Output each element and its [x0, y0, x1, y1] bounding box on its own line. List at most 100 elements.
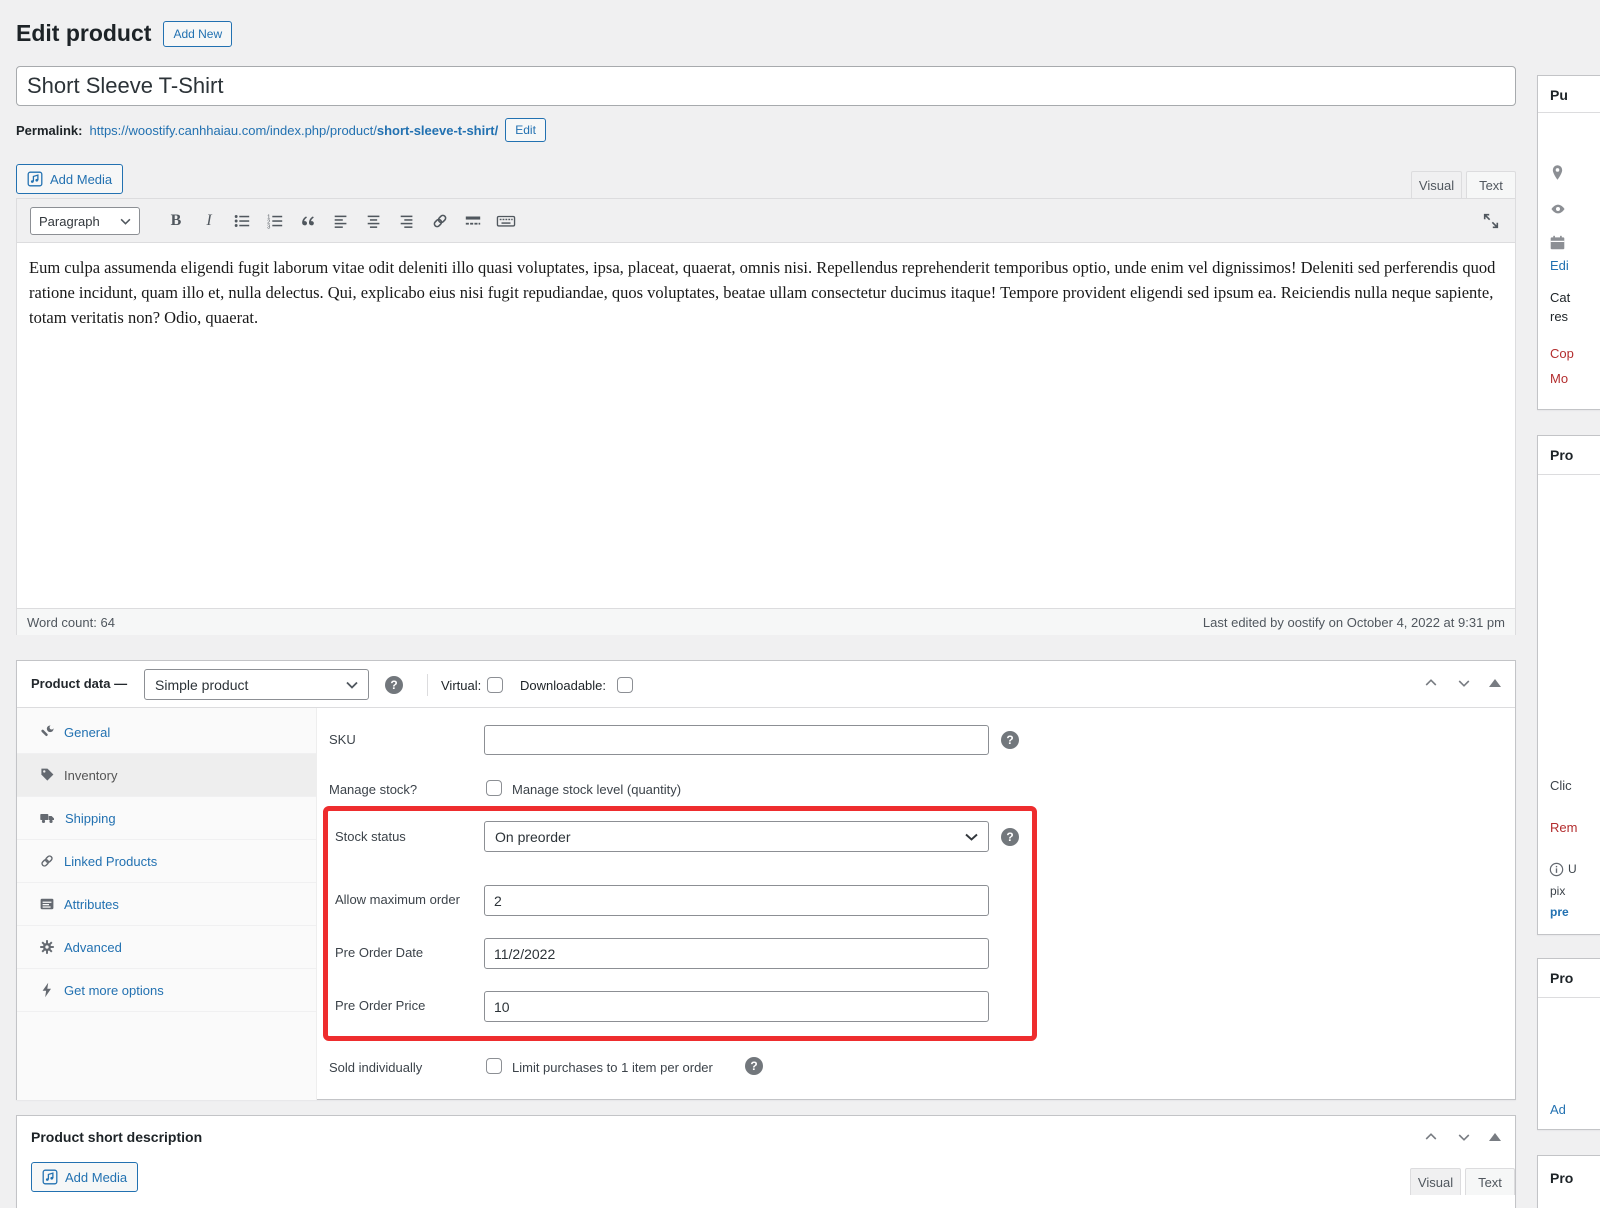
help-icon[interactable]: ? — [385, 676, 403, 694]
move-up-icon[interactable] — [1423, 675, 1439, 691]
bullet-list-icon[interactable] — [230, 209, 254, 233]
blockquote-icon[interactable] — [296, 209, 320, 233]
bold-icon[interactable]: B — [164, 209, 188, 233]
toolbar-buttons: B I 123 — [164, 209, 518, 233]
tab-shipping[interactable]: Shipping — [17, 797, 316, 840]
editor-status-bar: Word count: 64 Last edited by oostify on… — [17, 608, 1515, 635]
max-order-input[interactable] — [484, 885, 989, 916]
move-to-trash-link[interactable]: Mo — [1550, 371, 1568, 386]
add-media-button[interactable]: Add Media — [16, 164, 124, 194]
add-media-button[interactable]: Add Media — [31, 1162, 139, 1192]
edit-link[interactable]: Edi — [1550, 258, 1569, 273]
word-count: Word count: 64 — [27, 614, 115, 630]
last-edited: Last edited by oostify on October 4, 202… — [1202, 614, 1505, 630]
edit-product-screen: Edit product Add New Permalink: https://… — [0, 0, 1600, 1208]
product-data-panel: Product data — Simple product ? Virtual:… — [16, 660, 1516, 1100]
product-image-panel: Pro Clic Rem U pix pre — [1537, 435, 1600, 935]
permalink-url[interactable]: https://woostify.canhhaiau.com/index.php… — [89, 123, 498, 138]
tab-visual[interactable]: Visual — [1410, 1168, 1461, 1195]
downloadable-checkbox[interactable] — [617, 677, 633, 693]
editor-toolbar: Paragraph B I 123 — [17, 199, 1515, 243]
catalog-visibility-text: Cat — [1550, 290, 1571, 305]
header-divider — [427, 674, 428, 696]
permalink-url-slug: short-sleeve-t-shirt/ — [376, 122, 499, 138]
ordered-list-icon[interactable]: 123 — [263, 209, 287, 233]
short-description-panel: Product short description Add Media Visu… — [16, 1115, 1516, 1208]
virtual-checkbox[interactable] — [487, 677, 503, 693]
premium-link[interactable]: pre — [1550, 905, 1569, 919]
tab-label: Linked Products — [64, 853, 158, 869]
truck-icon — [40, 814, 54, 823]
chevron-down-icon — [965, 833, 978, 841]
move-up-icon[interactable] — [1423, 1129, 1439, 1145]
tab-visual[interactable]: Visual — [1411, 171, 1462, 198]
click-image-text: Clic — [1550, 778, 1572, 793]
stock-status-label: Stock status — [335, 829, 406, 844]
align-left-icon[interactable] — [329, 209, 353, 233]
help-icon[interactable]: ? — [745, 1057, 763, 1075]
manage-stock-checkbox[interactable] — [486, 780, 502, 796]
toggle-panel-icon[interactable] — [1489, 679, 1501, 687]
product-type-value: Simple product — [155, 676, 249, 693]
wrench-icon — [41, 725, 54, 737]
sold-individually-text: Limit purchases to 1 item per order — [512, 1060, 713, 1075]
more-tag-icon[interactable] — [461, 209, 485, 233]
product-title-input[interactable] — [16, 66, 1516, 106]
copy-draft-link[interactable]: Cop — [1550, 346, 1574, 361]
gear-icon — [40, 940, 54, 954]
attributes-list-icon — [40, 898, 54, 910]
preorder-price-label: Pre Order Price — [335, 998, 426, 1013]
manage-stock-label: Manage stock? — [329, 782, 418, 797]
paragraph-dropdown[interactable]: Paragraph — [30, 207, 140, 235]
editor-content[interactable]: Eum culpa assumenda eligendi fugit labor… — [17, 243, 1515, 608]
permalink-label: Permalink: — [16, 122, 83, 138]
toggle-panel-icon[interactable] — [1489, 1133, 1501, 1141]
remove-image-link[interactable]: Rem — [1550, 820, 1577, 835]
product-type-select[interactable]: Simple product — [144, 669, 369, 700]
help-icon[interactable]: ? — [1001, 828, 1019, 846]
tab-text[interactable]: Text — [1466, 171, 1516, 198]
product-data-header: Product data — Simple product ? Virtual:… — [17, 661, 1515, 708]
stock-status-select[interactable]: On preorder — [484, 821, 989, 852]
svg-text:3: 3 — [267, 225, 270, 230]
add-media-label: Add Media — [65, 1169, 128, 1185]
add-gallery-images-link[interactable]: Ad — [1550, 1102, 1566, 1117]
page-header: Edit product Add New — [16, 20, 233, 47]
tab-get-more-options[interactable]: Get more options — [17, 969, 316, 1012]
tab-attributes[interactable]: Attributes — [17, 883, 316, 926]
move-down-icon[interactable] — [1456, 1129, 1472, 1145]
sku-label: SKU — [329, 732, 356, 747]
main-editor-area: Add Media Visual Text Paragraph B I 123 — [16, 163, 1516, 635]
help-icon[interactable]: ? — [1001, 731, 1019, 749]
stock-status-value: On preorder — [495, 828, 571, 845]
align-center-icon[interactable] — [362, 209, 386, 233]
tab-advanced[interactable]: Advanced — [17, 926, 316, 969]
calendar-icon — [1550, 235, 1565, 250]
inventory-tag-icon — [41, 768, 54, 781]
align-right-icon[interactable] — [395, 209, 419, 233]
sku-input[interactable] — [484, 725, 989, 755]
move-down-icon[interactable] — [1456, 675, 1472, 691]
tab-label: Advanced — [64, 939, 122, 955]
panel-divider — [1538, 112, 1600, 113]
tab-linked-products[interactable]: Linked Products — [17, 840, 316, 883]
manage-stock-text: Manage stock level (quantity) — [512, 782, 682, 797]
preorder-price-input[interactable] — [484, 991, 989, 1022]
italic-icon[interactable]: I — [197, 209, 221, 233]
fullscreen-icon[interactable] — [1479, 209, 1503, 233]
edit-permalink-button[interactable]: Edit — [505, 118, 546, 142]
tab-general[interactable]: General — [17, 711, 316, 754]
tab-inventory[interactable]: Inventory — [17, 754, 316, 797]
preorder-date-input[interactable] — [484, 938, 989, 969]
bottom-side-panel: Pro — [1537, 1155, 1600, 1208]
product-gallery-panel-title: Pro — [1550, 970, 1574, 986]
publish-panel: Pu Edi Cat res Cop Mo — [1537, 75, 1600, 410]
paragraph-dropdown-value: Paragraph — [39, 213, 100, 229]
sold-individually-checkbox[interactable] — [486, 1058, 502, 1074]
keyboard-icon[interactable] — [494, 209, 518, 233]
tab-label: Attributes — [64, 896, 119, 912]
editor-paragraph: Eum culpa assumenda eligendi fugit labor… — [29, 258, 1496, 328]
link-icon[interactable] — [428, 209, 452, 233]
add-new-button[interactable]: Add New — [163, 20, 233, 47]
tab-text[interactable]: Text — [1465, 1168, 1515, 1195]
